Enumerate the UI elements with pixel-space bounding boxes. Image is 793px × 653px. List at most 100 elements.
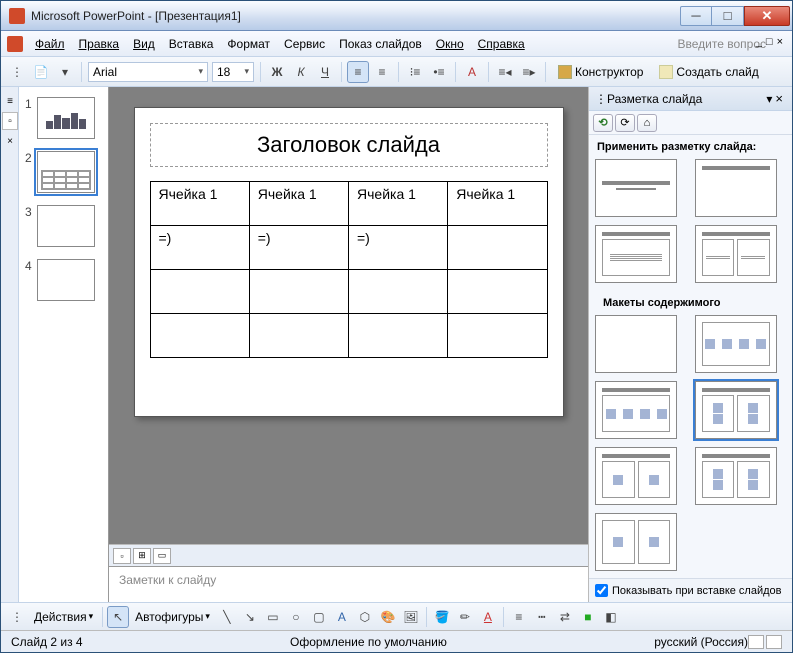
bullet-list-button[interactable]: •≡: [429, 62, 449, 82]
font-select[interactable]: Arial▾: [88, 62, 208, 82]
layout-two-big-content[interactable]: [695, 381, 777, 439]
status-icon-1[interactable]: [748, 635, 764, 649]
table-cell[interactable]: [448, 314, 547, 358]
slide-thumb-1[interactable]: [37, 97, 95, 139]
picture-button[interactable]: 🖼: [401, 607, 421, 627]
menu-format[interactable]: Формат: [221, 34, 276, 54]
3d-button[interactable]: ◧: [601, 607, 621, 627]
oval-tool[interactable]: ○: [286, 607, 306, 627]
table-cell[interactable]: Ячейка 1: [448, 182, 547, 226]
align-left-button[interactable]: ≡: [348, 62, 368, 82]
layout-title-content[interactable]: [595, 225, 677, 283]
back-button[interactable]: ⟲: [593, 114, 613, 132]
menu-file[interactable]: Файл: [29, 34, 71, 54]
menu-help[interactable]: Справка: [472, 34, 531, 54]
font-size-select[interactable]: 18▾: [212, 62, 254, 82]
table-cell[interactable]: [349, 314, 448, 358]
slide-thumb-2[interactable]: [37, 151, 95, 193]
table-cell[interactable]: Ячейка 1: [150, 182, 249, 226]
autoshapes-menu[interactable]: Автофигуры▾: [131, 608, 214, 626]
menu-edit[interactable]: Правка: [73, 34, 126, 54]
doc-max-icon[interactable]: □: [766, 36, 773, 48]
grip-icon[interactable]: ⋮: [595, 92, 607, 106]
slides-tab[interactable]: ▫: [2, 112, 18, 130]
fill-color-button[interactable]: 🪣: [432, 607, 452, 627]
doc-close-icon[interactable]: ×: [777, 36, 783, 48]
table-cell[interactable]: [249, 314, 348, 358]
table-cell[interactable]: =): [249, 226, 348, 270]
show-on-insert-checkbox[interactable]: [595, 584, 608, 597]
dash-style-button[interactable]: ┅: [532, 607, 552, 627]
rectangle-tool[interactable]: ▭: [263, 607, 283, 627]
diagram-button[interactable]: ⬡: [355, 607, 375, 627]
maximize-button[interactable]: □: [712, 6, 744, 26]
layout-title-only[interactable]: [695, 159, 777, 217]
line-weight-button[interactable]: ≡: [509, 607, 529, 627]
table-cell[interactable]: Ячейка 1: [349, 182, 448, 226]
layout-four-content[interactable]: [595, 513, 677, 571]
layout-content[interactable]: [695, 315, 777, 373]
table-cell[interactable]: [448, 270, 547, 314]
table-cell[interactable]: [150, 270, 249, 314]
table-cell[interactable]: [448, 226, 547, 270]
underline-button[interactable]: Ч: [315, 62, 335, 82]
dropdown-icon[interactable]: ▾: [55, 62, 75, 82]
layout-title[interactable]: [595, 159, 677, 217]
grip-icon[interactable]: ⋮: [7, 62, 27, 82]
increase-indent-button[interactable]: ≡▸: [519, 62, 539, 82]
new-doc-icon[interactable]: 📄: [31, 62, 51, 82]
status-icon-2[interactable]: [766, 635, 782, 649]
sorter-view-button[interactable]: ⊞: [133, 548, 151, 564]
outline-tab[interactable]: ≡: [2, 92, 18, 110]
decrease-indent-button[interactable]: ≡◂: [495, 62, 515, 82]
close-button[interactable]: ✕: [744, 6, 790, 26]
task-pane-close[interactable]: ×: [772, 91, 786, 106]
table-cell[interactable]: [249, 270, 348, 314]
textbox-tool[interactable]: ▢: [309, 607, 329, 627]
minimize-button[interactable]: ─: [680, 6, 712, 26]
doc-restore-icon[interactable]: _: [756, 36, 762, 48]
bold-button[interactable]: Ж: [267, 62, 287, 82]
layout-comparison-b[interactable]: [695, 447, 777, 505]
align-center-button[interactable]: ≡: [372, 62, 392, 82]
table-cell[interactable]: [349, 270, 448, 314]
layout-title-big-content[interactable]: [595, 381, 677, 439]
slide-thumb-3[interactable]: [37, 205, 95, 247]
normal-view-button[interactable]: ▫: [113, 548, 131, 564]
home-button[interactable]: ⌂: [637, 114, 657, 132]
slide-stage[interactable]: Заголовок слайда Ячейка 1 Ячейка 1 Ячейк…: [109, 87, 588, 544]
line-tool[interactable]: ╲: [217, 607, 237, 627]
menu-view[interactable]: Вид: [127, 34, 161, 54]
font-dialog-button[interactable]: A: [462, 62, 482, 82]
table-cell[interactable]: Ячейка 1: [249, 182, 348, 226]
designer-button[interactable]: Конструктор: [552, 63, 649, 81]
layout-blank[interactable]: [595, 315, 677, 373]
menu-window[interactable]: Окно: [430, 34, 470, 54]
italic-button[interactable]: К: [291, 62, 311, 82]
slide-title-text[interactable]: Заголовок слайда: [159, 132, 539, 158]
grip-icon[interactable]: ⋮: [7, 607, 27, 627]
slide-title-placeholder[interactable]: Заголовок слайда: [150, 123, 548, 167]
numbered-list-button[interactable]: ⁝≡: [405, 62, 425, 82]
table-cell[interactable]: [150, 314, 249, 358]
slide-thumb-4[interactable]: [37, 259, 95, 301]
layout-list[interactable]: Макеты содержимого: [589, 159, 792, 578]
shadow-button[interactable]: ■: [578, 607, 598, 627]
actions-menu[interactable]: Действия▾: [30, 608, 97, 626]
menu-insert[interactable]: Вставка: [163, 34, 220, 54]
slide-canvas[interactable]: Заголовок слайда Ячейка 1 Ячейка 1 Ячейк…: [134, 107, 564, 417]
line-color-button[interactable]: ✏: [455, 607, 475, 627]
notes-pane[interactable]: Заметки к слайду: [109, 566, 588, 602]
pointer-tool[interactable]: ↖: [108, 607, 128, 627]
font-color-button[interactable]: A: [478, 607, 498, 627]
close-tabs[interactable]: ×: [2, 132, 18, 150]
menu-tools[interactable]: Сервис: [278, 34, 331, 54]
layout-comparison-a[interactable]: [595, 447, 677, 505]
layout-two-content[interactable]: [695, 225, 777, 283]
table-cell[interactable]: =): [349, 226, 448, 270]
slideshow-view-button[interactable]: ▭: [153, 548, 171, 564]
arrow-tool[interactable]: ↘: [240, 607, 260, 627]
menu-slideshow[interactable]: Показ слайдов: [333, 34, 428, 54]
forward-button[interactable]: ⟳: [615, 114, 635, 132]
arrow-style-button[interactable]: ⇄: [555, 607, 575, 627]
